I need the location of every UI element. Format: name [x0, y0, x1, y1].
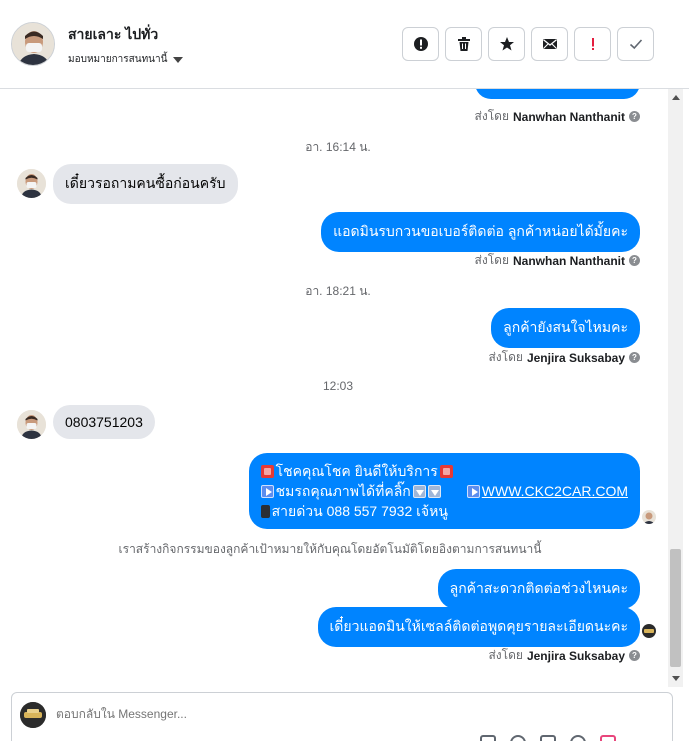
star-icon [499, 37, 514, 51]
scrollbar-thumb[interactable] [670, 549, 681, 667]
page-avatar [20, 702, 46, 728]
checkmark-icon [629, 39, 642, 50]
timestamp: อา. 16:14 น. [305, 140, 371, 154]
contact-avatar-small[interactable] [17, 169, 46, 198]
sent-by-label: ส่งโดย Jenjira Suksabay ? [488, 348, 640, 367]
rich-line-1: โชคคุณโชค ยินดีให้บริการ [260, 461, 628, 481]
play-emoji-icon [466, 484, 480, 498]
attach-icon[interactable] [480, 735, 496, 741]
contact-avatar-small[interactable] [17, 410, 46, 439]
mail-icon [542, 39, 557, 49]
info-icon[interactable]: ? [629, 650, 640, 661]
conversation-header: สายเลาะ ไปทั่ว มอบหมายการสนทนานี้ [0, 0, 689, 89]
image-icon[interactable] [540, 735, 556, 741]
caret-down-icon [173, 56, 184, 63]
website-link[interactable]: WWW.CKC2CAR.COM [482, 481, 628, 501]
message-bubble-incoming[interactable]: เดี๋ยวรอถามคนซื้อก่อนครับ [53, 164, 238, 204]
system-note: เราสร้างกิจกรรมของลูกค้าเป้าหมายให้กับคุ… [118, 542, 542, 556]
sent-by-label: ส่งโดย Nanwhan Nanthanit ? [475, 251, 640, 270]
contact-avatar[interactable] [11, 22, 55, 66]
message-bubble-outgoing[interactable]: ลูกค้ายังสนใจไหมคะ [491, 308, 640, 348]
report-icon [413, 37, 428, 51]
message-bubble-incoming[interactable]: 0803751203 [53, 405, 155, 439]
down-arrow-emoji-icon [427, 484, 441, 498]
report-button[interactable] [402, 27, 439, 61]
message-bubble-outgoing[interactable]: แอดมินรบกวนขอเบอร์ติดต่อ ลูกค้าหน่อยได้ม… [321, 212, 640, 252]
rich-line-3: สายด่วน 088 557 7932 เจ้หนู [260, 501, 628, 521]
composer-tools [480, 735, 616, 741]
info-icon[interactable]: ? [629, 255, 640, 266]
assign-conversation-dropdown[interactable]: มอบหมายการสนทนานี้ [68, 52, 184, 67]
info-icon[interactable]: ? [629, 111, 640, 122]
trash-icon [457, 37, 470, 51]
scroll-down-icon[interactable] [672, 676, 680, 681]
scroll-up-icon[interactable] [672, 95, 680, 100]
phone-number-text: 0803751203 [65, 414, 143, 430]
sparkle-emoji-icon [439, 464, 453, 478]
exclamation-icon [591, 38, 594, 50]
star-button[interactable] [488, 27, 525, 61]
sparkle-emoji-icon [260, 464, 274, 478]
timestamp: อา. 18:21 น. [305, 284, 371, 298]
sent-by-label: ส่งโดย Nanwhan Nanthanit ? [475, 107, 640, 126]
sticker-icon[interactable] [570, 735, 586, 741]
reply-input[interactable] [56, 707, 576, 721]
message-bubble-outgoing[interactable]: เดี๋ยวแอดมินให้เซลล์ติดต่อพูดคุยรายละเอี… [317, 607, 640, 647]
message-thread[interactable]: ส่งโดย Nanwhan Nanthanit ? อา. 16:14 น. … [0, 89, 668, 687]
down-arrow-emoji-icon [412, 484, 426, 498]
read-receipt-avatar [642, 510, 656, 524]
message-bubble-outgoing[interactable]: ลูกค้าสะดวกติดต่อช่วงไหนคะ [437, 569, 640, 609]
message-bubble-outgoing-cut[interactable] [475, 89, 640, 99]
mark-spam-button[interactable] [574, 27, 611, 61]
message-bubble-outgoing-rich[interactable]: โชคคุณโชค ยินดีให้บริการ ชมรถคุณภาพได้ที… [248, 453, 640, 529]
info-icon[interactable]: ? [629, 352, 640, 363]
mark-unread-button[interactable] [531, 27, 568, 61]
timestamp: 12:03 [322, 379, 354, 393]
assign-label: มอบหมายการสนทนานี้ [68, 54, 168, 65]
contact-name[interactable]: สายเลาะ ไปทั่ว [68, 24, 158, 46]
sent-by-label: ส่งโดย Jenjira Suksabay ? [488, 646, 640, 665]
emoji-icon[interactable] [510, 735, 526, 741]
thread-scrollbar[interactable] [668, 89, 683, 687]
mark-done-button[interactable] [617, 27, 654, 61]
rich-line-2: ชมรถคุณภาพได้ที่คลิ๊ก WWW.CKC2CAR.COM [260, 481, 628, 501]
play-emoji-icon [260, 484, 274, 498]
reply-composer [11, 692, 673, 741]
phone-emoji-icon [260, 504, 270, 518]
gif-icon[interactable] [600, 735, 616, 741]
read-receipt-avatar [642, 624, 656, 638]
conversation-toolbar [402, 27, 654, 61]
delete-button[interactable] [445, 27, 482, 61]
